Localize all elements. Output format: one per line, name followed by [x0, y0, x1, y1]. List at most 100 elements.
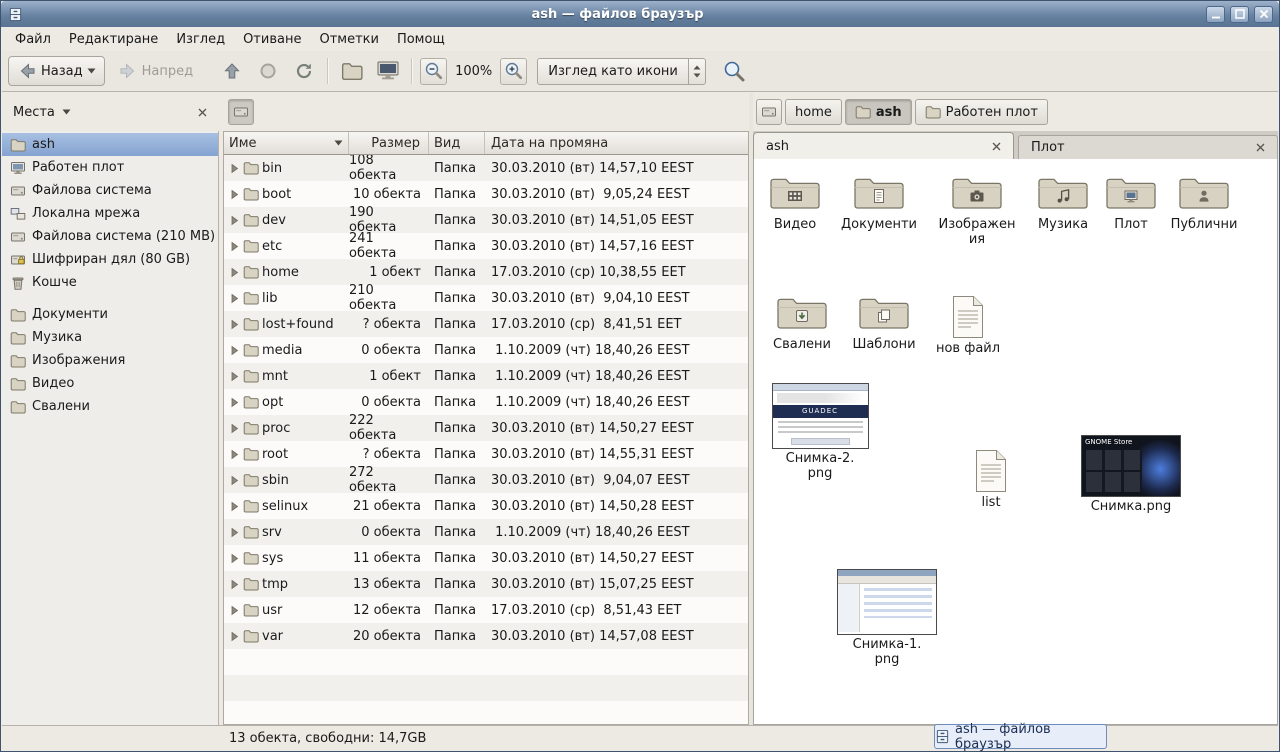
file-row-bin[interactable]: bin108 обектаПапка30.03.2010 (вт) 14,57,…: [224, 155, 748, 181]
sidebar-item-pictures[interactable]: Изображения: [2, 349, 218, 372]
tab-close-icon[interactable]: [992, 142, 1001, 151]
pathbar-button-ash[interactable]: ash: [845, 99, 912, 125]
file-row-mnt[interactable]: mnt1 обектПапка 1.10.2009 (чт) 18,40,26 …: [224, 363, 748, 389]
sidebar-item-filesystem-210mb[interactable]: Файлова система (210 MB): [2, 225, 218, 248]
minimize-button[interactable]: [1206, 6, 1225, 23]
sidebar-item-music[interactable]: Музика: [2, 326, 218, 349]
left-pathbar-root-button[interactable]: [228, 99, 254, 125]
sidebar-item-local-network[interactable]: Локална мрежа: [2, 202, 218, 225]
expander-icon[interactable]: [229, 319, 240, 330]
file-row-media[interactable]: media0 обектаПапка 1.10.2009 (чт) 18,40,…: [224, 337, 748, 363]
reload-button[interactable]: [288, 56, 320, 86]
pathbar-button-home[interactable]: home: [785, 99, 842, 125]
menu-edit[interactable]: Редактиране: [60, 29, 167, 50]
expander-icon[interactable]: [229, 189, 240, 200]
zoom-in-button[interactable]: [500, 58, 527, 85]
column-header-date[interactable]: Дата на промяна: [485, 132, 748, 154]
menu-view[interactable]: Изглед: [167, 29, 234, 50]
expander-icon[interactable]: [229, 579, 240, 590]
stop-button[interactable]: [252, 56, 284, 86]
sidebar-item-desktop[interactable]: Работен плот: [2, 156, 218, 179]
file-row-opt[interactable]: opt0 обектаПапка 1.10.2009 (чт) 18,40,26…: [224, 389, 748, 415]
tab-close-icon[interactable]: [1256, 143, 1265, 152]
pathbar-button-root[interactable]: [756, 99, 782, 125]
sidebar-item-trash[interactable]: Кошче: [2, 271, 218, 294]
back-button[interactable]: Назад: [8, 56, 105, 86]
icon-view-item-desktop[interactable]: Плот: [1089, 173, 1173, 233]
menu-go[interactable]: Отиване: [234, 29, 310, 50]
titlebar[interactable]: ash — файлов браузър: [1, 1, 1279, 27]
taskbar-window-button[interactable]: ash — файлов браузър: [934, 724, 1107, 749]
column-header-type[interactable]: Вид: [429, 132, 485, 154]
icon-view-item-snimka[interactable]: GNOME StoreСнимка.png: [1076, 435, 1186, 515]
expander-icon[interactable]: [229, 163, 240, 174]
chevron-down-icon[interactable]: [87, 68, 96, 74]
file-row-selinux[interactable]: selinux21 обектаПапка30.03.2010 (вт) 14,…: [224, 493, 748, 519]
expander-icon[interactable]: [229, 527, 240, 538]
sidebar-item-documents[interactable]: Документи: [2, 303, 218, 326]
home-button[interactable]: [336, 56, 368, 86]
menu-file[interactable]: Файл: [6, 29, 60, 50]
tab-plot[interactable]: Плот: [1018, 135, 1278, 159]
icon-view-item-videos[interactable]: Видео: [753, 173, 837, 233]
file-row-etc[interactable]: etc241 обектаПапка30.03.2010 (вт) 14,57,…: [224, 233, 748, 259]
tab-ash[interactable]: ash: [753, 132, 1014, 159]
expander-icon[interactable]: [229, 501, 240, 512]
expander-icon[interactable]: [229, 423, 240, 434]
column-header-name[interactable]: Име: [224, 132, 349, 154]
up-button[interactable]: [216, 56, 248, 86]
expander-icon[interactable]: [229, 345, 240, 356]
file-row-lib[interactable]: lib210 обектаПапка30.03.2010 (вт) 9,04,1…: [224, 285, 748, 311]
column-header-size[interactable]: Размер: [349, 132, 429, 154]
file-row-sys[interactable]: sys11 обектаПапка30.03.2010 (вт) 14,50,2…: [224, 545, 748, 571]
file-row-lost+found[interactable]: lost+found? обектаПапка17.03.2010 (ср) 8…: [224, 311, 748, 337]
file-row-sbin[interactable]: sbin272 обектаПапка30.03.2010 (вт) 9,04,…: [224, 467, 748, 493]
icon-view-item-snimka-2[interactable]: GUADECСнимка-2.png: [765, 383, 875, 482]
expander-icon[interactable]: [229, 267, 240, 278]
expander-icon[interactable]: [229, 631, 240, 642]
sidebar-item-downloads[interactable]: Свалени: [2, 395, 218, 418]
sidebar-item-filesystem[interactable]: Файлова система: [2, 179, 218, 202]
zoom-out-button[interactable]: [420, 58, 447, 85]
icon-view-item-public[interactable]: Публични: [1162, 173, 1246, 233]
expander-icon[interactable]: [229, 293, 240, 304]
file-row-boot[interactable]: boot10 обектаПапка30.03.2010 (вт) 9,05,2…: [224, 181, 748, 207]
sidebar-item-encrypted-80gb[interactable]: Шифриран дял (80 GB): [2, 248, 218, 271]
search-button[interactable]: [718, 56, 750, 86]
file-row-tmp[interactable]: tmp13 обектаПапка30.03.2010 (вт) 15,07,2…: [224, 571, 748, 597]
sidebar-item-video[interactable]: Видео: [2, 372, 218, 395]
expander-icon[interactable]: [229, 215, 240, 226]
file-row-dev[interactable]: dev190 обектаПапка30.03.2010 (вт) 14,51,…: [224, 207, 748, 233]
expander-icon[interactable]: [229, 397, 240, 408]
view-mode-select[interactable]: Изглед като икони: [537, 58, 706, 85]
file-row-srv[interactable]: srv0 обектаПапка 1.10.2009 (чт) 18,40,26…: [224, 519, 748, 545]
icon-view-item-new-file[interactable]: нов файл: [926, 295, 1010, 357]
file-row-home[interactable]: home1 обектПапка17.03.2010 (ср) 10,38,55…: [224, 259, 748, 285]
expander-icon[interactable]: [229, 475, 240, 486]
menu-help[interactable]: Помощ: [388, 29, 454, 50]
file-row-var[interactable]: var20 обектаПапка30.03.2010 (вт) 14,57,0…: [224, 623, 748, 649]
expander-icon[interactable]: [229, 449, 240, 460]
sidebar-item-ash[interactable]: ash: [2, 133, 218, 156]
expander-icon[interactable]: [229, 241, 240, 252]
file-row-usr[interactable]: usr12 обектаПапка17.03.2010 (ср) 8,51,43…: [224, 597, 748, 623]
menu-bookmarks[interactable]: Отметки: [310, 29, 387, 50]
expander-icon[interactable]: [229, 605, 240, 616]
file-row-root[interactable]: root? обектаПапка30.03.2010 (вт) 14,55,3…: [224, 441, 748, 467]
close-button[interactable]: [1254, 6, 1273, 23]
pathbar-button-desktop[interactable]: Работен плот: [915, 99, 1048, 125]
icon-view-item-list[interactable]: list: [949, 449, 1033, 511]
places-selector[interactable]: Места: [11, 101, 73, 124]
icon-view-item-snimka-1[interactable]: Снимка-1.png: [832, 569, 942, 668]
maximize-button[interactable]: [1230, 6, 1249, 23]
icon-view-item-pictures[interactable]: Изображения: [935, 173, 1019, 248]
places-close-button[interactable]: [194, 104, 211, 121]
icon-view-item-templates[interactable]: Шаблони: [842, 293, 926, 353]
expander-icon[interactable]: [229, 371, 240, 382]
icon-view-item-downloads[interactable]: Свалени: [760, 293, 844, 353]
file-row-proc[interactable]: proc222 обектаПапка30.03.2010 (вт) 14,50…: [224, 415, 748, 441]
forward-button[interactable]: Напред: [109, 56, 202, 86]
spinner-icon[interactable]: [688, 59, 705, 84]
expander-icon[interactable]: [229, 553, 240, 564]
icon-view-item-documents[interactable]: Документи: [837, 173, 921, 233]
